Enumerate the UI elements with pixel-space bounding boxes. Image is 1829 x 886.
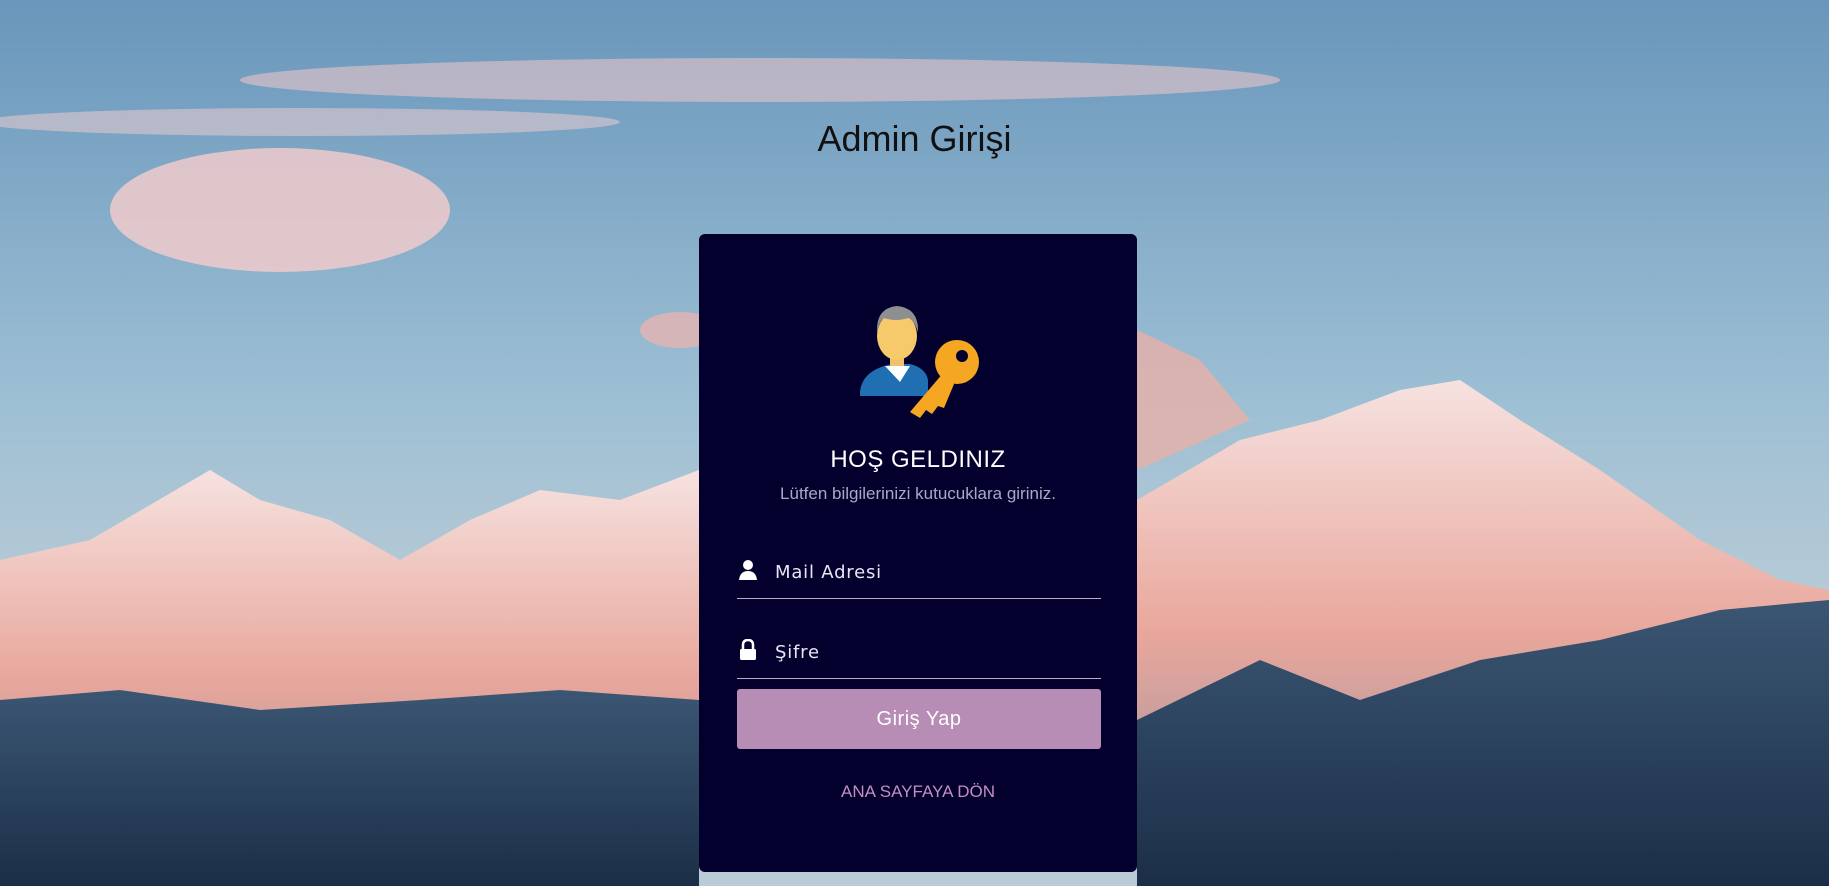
home-link[interactable]: ANA SAYFAYA DÖN: [699, 782, 1137, 802]
admin-key-icon: [860, 306, 979, 418]
user-icon: [739, 560, 757, 580]
page-title: Admin Girişi: [817, 118, 1012, 159]
email-input[interactable]: [773, 552, 1097, 592]
lock-icon: [740, 639, 756, 660]
password-input[interactable]: [773, 632, 1097, 672]
login-button[interactable]: Giriş Yap: [737, 689, 1101, 749]
login-subtitle: Lütfen bilgilerinizi kutucuklara giriniz…: [780, 484, 1056, 503]
login-card: HOŞ GELDINIZ Lütfen bilgilerinizi kutucu…: [699, 234, 1137, 872]
welcome-heading: HOŞ GELDINIZ: [830, 446, 1006, 473]
email-field-wrapper: [737, 546, 1101, 599]
password-field-wrapper: [737, 626, 1101, 679]
